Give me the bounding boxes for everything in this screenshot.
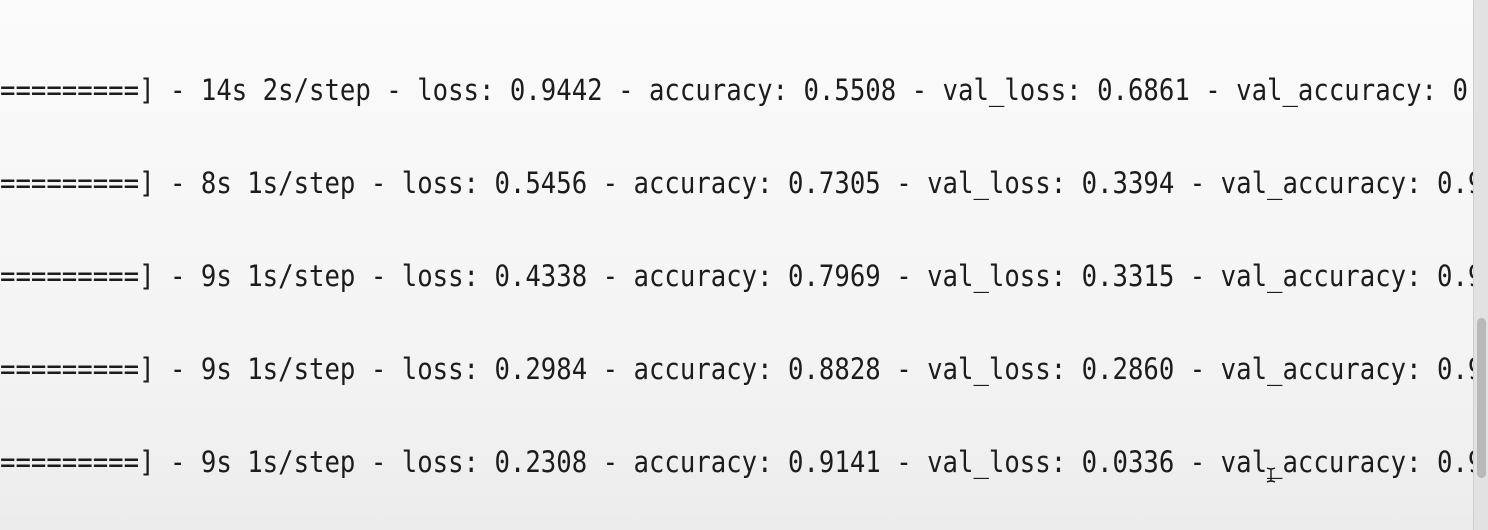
cell-output-panel: =========] - 14s 2s/step - loss: 0.9442 … xyxy=(0,0,1474,530)
epoch-log-line: =========] - 9s 1s/step - loss: 0.2308 -… xyxy=(0,445,1474,479)
scrollbar-thumb[interactable] xyxy=(1477,318,1486,478)
epoch-log-line: =========] - 9s 1s/step - loss: 0.2984 -… xyxy=(0,352,1474,386)
vertical-scrollbar[interactable] xyxy=(1473,0,1488,530)
epoch-log-line: =========] - 8s 1s/step - loss: 0.5456 -… xyxy=(0,166,1474,200)
epoch-log-line: =========] - 9s 1s/step - loss: 0.4338 -… xyxy=(0,259,1474,293)
epoch-log-line: =========] - 14s 2s/step - loss: 0.9442 … xyxy=(0,73,1474,107)
text-cursor-icon xyxy=(1266,467,1276,483)
